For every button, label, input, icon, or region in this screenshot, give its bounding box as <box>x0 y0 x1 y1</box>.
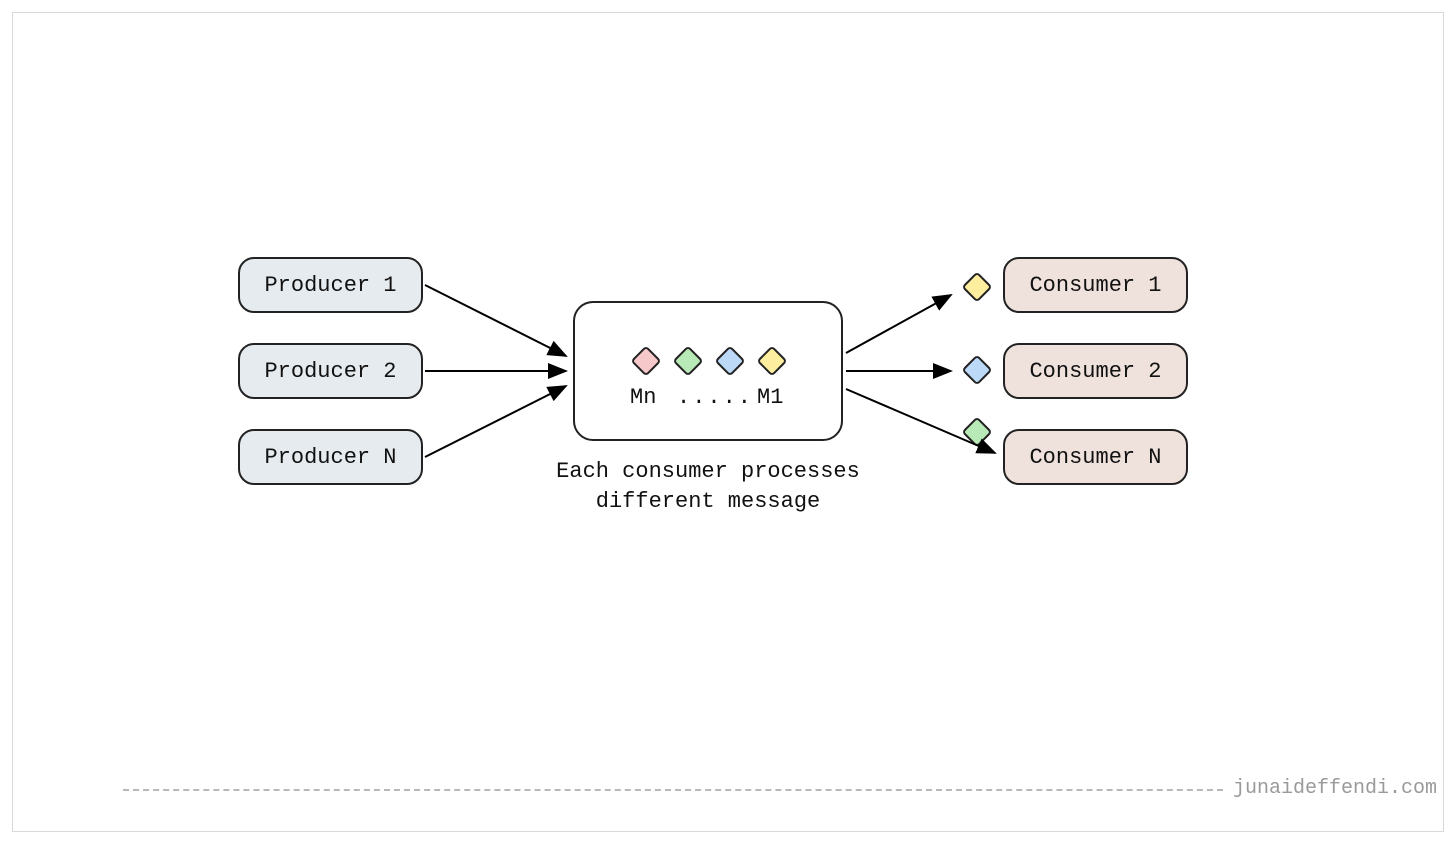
consumer-label: Consumer N <box>1029 445 1161 470</box>
message-diamond-yellow-icon <box>756 345 787 376</box>
producer-box-n: Producer N <box>238 429 423 485</box>
consumer-box-2: Consumer 2 <box>1003 343 1188 399</box>
queue-label-left: Mn <box>630 385 656 410</box>
producer-label: Producer 1 <box>264 273 396 298</box>
message-diamond-blue-icon <box>714 345 745 376</box>
caption-line2: different message <box>596 489 820 514</box>
consumer-box-n: Consumer N <box>1003 429 1188 485</box>
consumer-label: Consumer 2 <box>1029 359 1161 384</box>
producer-box-1: Producer 1 <box>238 257 423 313</box>
consumer-label: Consumer 1 <box>1029 273 1161 298</box>
consumer-msg-icon <box>961 271 992 302</box>
footer-divider <box>123 789 1223 791</box>
consumer-msg-icon <box>961 416 992 447</box>
caption: Each consumer processes different messag… <box>553 457 863 516</box>
diagram-canvas: Producer 1 Producer 2 Producer N Mn ....… <box>13 13 1445 833</box>
queue-label-right: M1 <box>757 385 783 410</box>
consumer-msg-icon <box>961 354 992 385</box>
producer-box-2: Producer 2 <box>238 343 423 399</box>
diagram-frame: Producer 1 Producer 2 Producer N Mn ....… <box>12 12 1444 832</box>
queue-box: Mn ..... M1 <box>573 301 843 441</box>
footer-attribution: junaideffendi.com <box>1233 777 1437 800</box>
producer-label: Producer 2 <box>264 359 396 384</box>
message-diamond-green-icon <box>672 345 703 376</box>
message-diamond-pink-icon <box>630 345 661 376</box>
queue-label-mid: ..... <box>677 385 753 410</box>
producer-label: Producer N <box>264 445 396 470</box>
caption-line1: Each consumer processes <box>556 459 860 484</box>
consumer-box-1: Consumer 1 <box>1003 257 1188 313</box>
